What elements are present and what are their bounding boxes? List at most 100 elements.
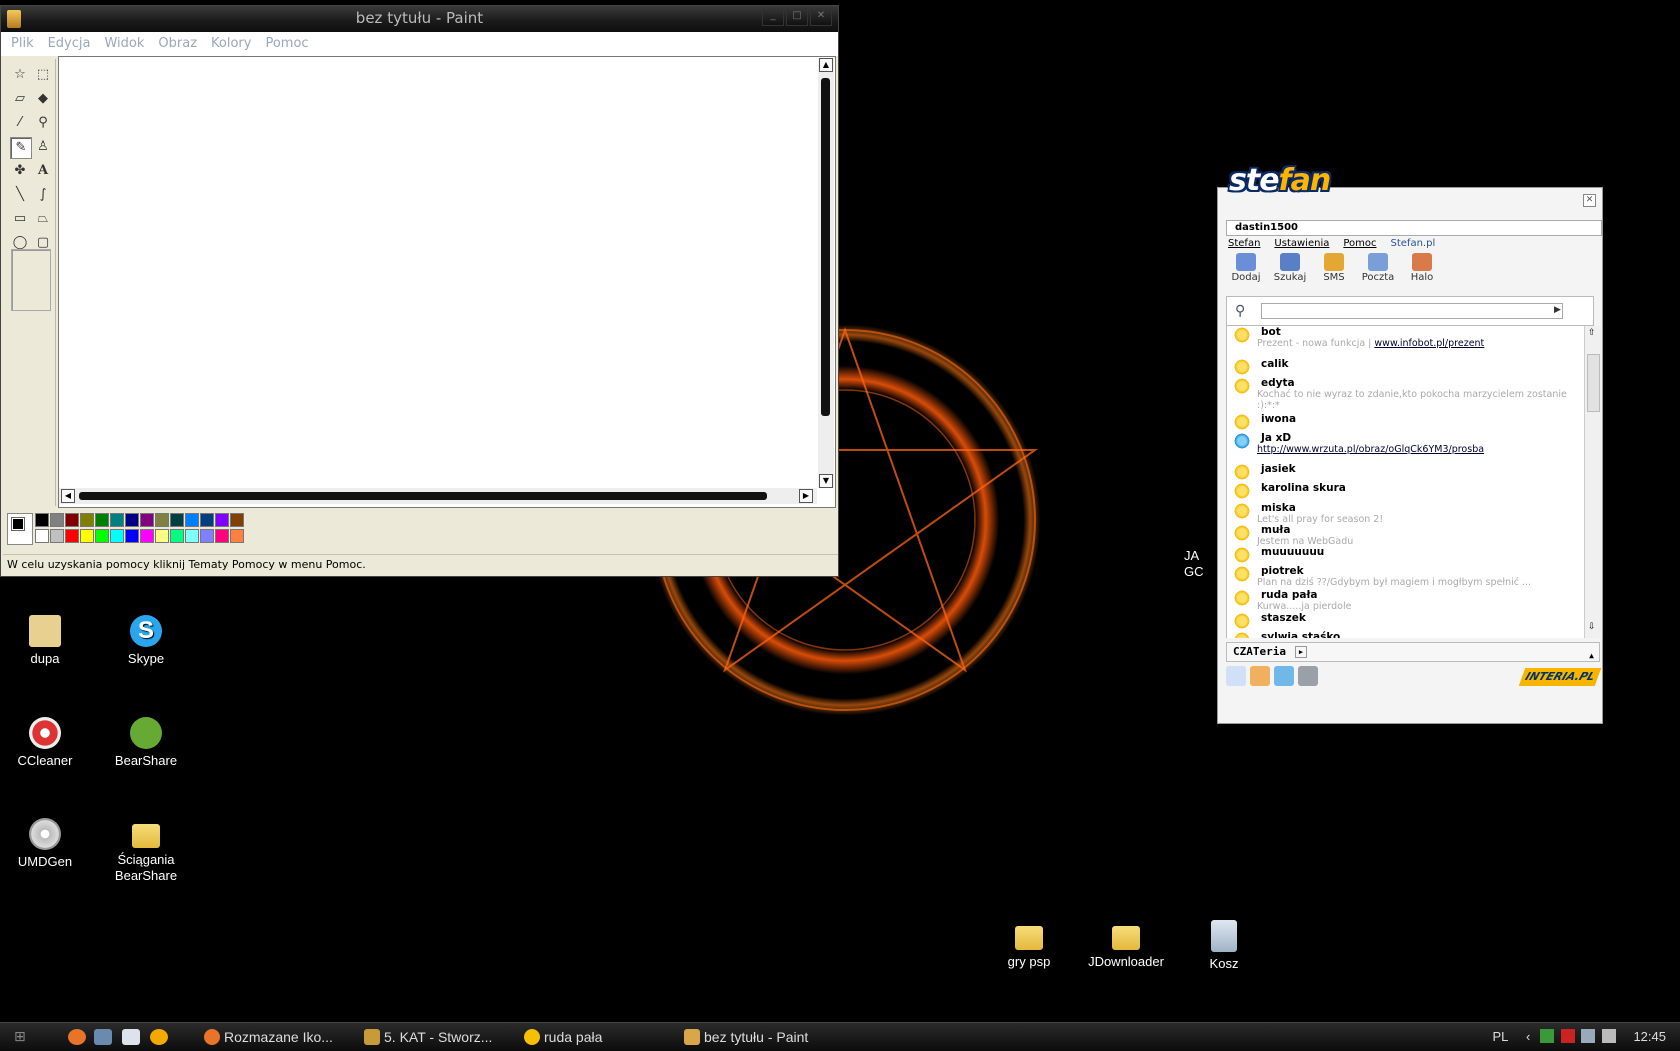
scroll-up-arrow-icon[interactable]: ▲: [819, 58, 833, 72]
expand-arrow-icon[interactable]: ▶: [1295, 646, 1307, 658]
menu-stefan-pl[interactable]: Stefan.pl: [1391, 238, 1436, 249]
scroll-down-arrow-icon[interactable]: ⇩: [1588, 622, 1596, 632]
tray-app-icon[interactable]: [1539, 1029, 1554, 1043]
status-person-icon[interactable]: [1226, 666, 1246, 686]
palette-swatch[interactable]: [230, 529, 244, 543]
palette-swatch[interactable]: [170, 513, 184, 527]
eraser-tool-icon[interactable]: ▱: [10, 89, 30, 109]
palette-swatch[interactable]: [65, 529, 79, 543]
collapse-arrow-icon[interactable]: ▲: [1589, 647, 1594, 665]
rect-select-tool-icon[interactable]: ⬚: [33, 65, 53, 85]
mail-button[interactable]: Poczta: [1358, 253, 1398, 283]
vertical-scrollbar[interactable]: ▲ ▼: [818, 58, 834, 488]
gear-icon[interactable]: [1274, 666, 1294, 686]
firefox-icon[interactable]: [68, 1029, 86, 1045]
desktop-icon-umdgen[interactable]: UMDGen: [0, 818, 93, 870]
clock[interactable]: 12:45: [1633, 1029, 1666, 1044]
foreground-color[interactable]: [11, 517, 25, 531]
lock-icon[interactable]: [1298, 666, 1318, 686]
taskbar-task-paint[interactable]: bez tytułu - Paint: [684, 1026, 808, 1048]
tray-network-icon[interactable]: [1581, 1029, 1596, 1043]
brush-tool-icon[interactable]: ♙: [33, 137, 53, 157]
palette-swatch[interactable]: [140, 513, 154, 527]
desktop-icon-skype[interactable]: S Skype: [98, 615, 194, 667]
palette-swatch[interactable]: [215, 513, 229, 527]
palette-swatch[interactable]: [140, 529, 154, 543]
sms-button[interactable]: SMS: [1314, 253, 1354, 283]
scroll-up-arrow-icon[interactable]: ⇧: [1588, 328, 1596, 338]
interia-logo[interactable]: INTERIA.PL: [1518, 668, 1602, 686]
desktop-icon-gry-psp[interactable]: gry psp: [981, 920, 1077, 970]
polygon-tool-icon[interactable]: ⏢: [33, 209, 53, 229]
start-button[interactable]: ⊞: [14, 1029, 36, 1045]
color-picker-tool-icon[interactable]: ⁄: [10, 113, 30, 133]
taskbar-task-rozmazane[interactable]: Rozmazane Iko...: [204, 1026, 333, 1048]
maximize-button[interactable]: □: [786, 8, 808, 26]
palette-swatch[interactable]: [35, 529, 49, 543]
desktop-icon-dupa[interactable]: dupa: [0, 615, 93, 667]
tray-volume-icon[interactable]: [1601, 1029, 1616, 1043]
palette-swatch[interactable]: [110, 529, 124, 543]
palette-swatch[interactable]: [95, 529, 109, 543]
palette-swatch[interactable]: [80, 529, 94, 543]
palette-swatch[interactable]: [110, 513, 124, 527]
status-link[interactable]: http://www.wrzuta.pl/obraz/oGlqCk6YM3/pr…: [1257, 444, 1484, 455]
paint-titlebar[interactable]: bez tytułu - Paint _ □ ✕: [1, 6, 838, 32]
menu-widok[interactable]: Widok: [98, 32, 152, 56]
add-contact-button[interactable]: Dodaj: [1226, 253, 1266, 283]
scroll-right-arrow-icon[interactable]: ▶: [799, 489, 813, 503]
palette-swatch[interactable]: [125, 513, 139, 527]
palette-swatch[interactable]: [50, 513, 64, 527]
airbrush-tool-icon[interactable]: ✤: [10, 161, 30, 181]
tool-options-box[interactable]: [11, 249, 51, 311]
fill-tool-icon[interactable]: ◆: [33, 89, 53, 109]
drawing-canvas[interactable]: [58, 56, 836, 508]
palette-swatch[interactable]: [155, 529, 169, 543]
scrollbar-thumb[interactable]: [79, 492, 767, 500]
palette-swatch[interactable]: [155, 513, 169, 527]
menu-edycja[interactable]: Edycja: [42, 32, 99, 56]
menu-stefan[interactable]: Stefan: [1228, 238, 1260, 249]
taskbar-task-kat[interactable]: 5. KAT - Stworz...: [364, 1026, 492, 1048]
call-button[interactable]: Halo: [1402, 253, 1442, 283]
emoticon-icon[interactable]: [1250, 666, 1270, 686]
palette-swatch[interactable]: [200, 513, 214, 527]
text-tool-icon[interactable]: A: [33, 161, 53, 181]
search-input[interactable]: [1261, 303, 1563, 319]
menu-ustawienia[interactable]: Ustawienia: [1274, 238, 1329, 249]
palette-swatch[interactable]: [35, 513, 49, 527]
horizontal-scrollbar[interactable]: ◀ ▶: [59, 488, 817, 504]
scroll-left-arrow-icon[interactable]: ◀: [61, 489, 75, 503]
palette-swatch[interactable]: [185, 513, 199, 527]
current-colors[interactable]: [7, 513, 33, 545]
desktop-icon-quicklaunch[interactable]: [94, 1029, 112, 1045]
palette-swatch[interactable]: [200, 529, 214, 543]
palette-swatch[interactable]: [80, 513, 94, 527]
menu-plik[interactable]: Plik: [5, 32, 42, 56]
free-select-tool-icon[interactable]: ☆: [10, 65, 30, 85]
tray-kaspersky-icon[interactable]: [1560, 1029, 1575, 1043]
palette-swatch[interactable]: [125, 529, 139, 543]
curve-tool-icon[interactable]: ∫: [33, 185, 53, 205]
minimize-button[interactable]: _: [762, 8, 784, 26]
menu-obraz[interactable]: Obraz: [152, 32, 205, 56]
menu-kolory[interactable]: Kolory: [205, 32, 259, 56]
taskbar-task-ruda-pala[interactable]: ruda pała: [524, 1026, 602, 1048]
paint-app-icon[interactable]: [7, 10, 21, 28]
close-button[interactable]: ✕: [810, 8, 832, 26]
scroll-down-arrow-icon[interactable]: ▼: [819, 474, 833, 488]
status-link[interactable]: www.infobot.pl/prezent: [1374, 338, 1484, 349]
line-tool-icon[interactable]: ╲: [10, 185, 30, 205]
language-indicator[interactable]: PL: [1492, 1029, 1508, 1044]
search-go-arrow-icon[interactable]: ▶: [1554, 305, 1561, 315]
close-icon[interactable]: ✕: [1583, 194, 1596, 207]
palette-swatch[interactable]: [230, 513, 244, 527]
palette-swatch[interactable]: [170, 529, 184, 543]
username-field[interactable]: dastin1500: [1226, 220, 1602, 236]
tray-expand-icon[interactable]: ‹: [1526, 1029, 1530, 1044]
desktop-icon-kosz[interactable]: Kosz: [1176, 920, 1272, 972]
scrollbar-thumb[interactable]: [1587, 354, 1600, 412]
desktop-icon-jdownloader[interactable]: JDownloader: [1078, 920, 1174, 970]
palette-swatch[interactable]: [50, 529, 64, 543]
palette-swatch[interactable]: [65, 513, 79, 527]
